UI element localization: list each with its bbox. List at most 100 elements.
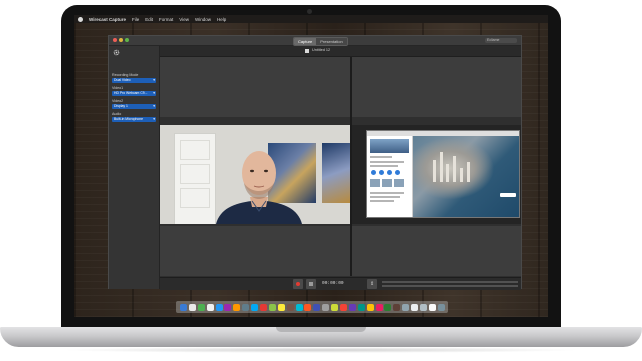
menu-window[interactable]: Window <box>195 17 211 22</box>
dock-app-icon[interactable] <box>384 303 392 311</box>
capture-app-window: Capture Presentation Ecliame Recording M… <box>108 35 522 290</box>
text-line <box>370 200 394 202</box>
dock-app-icon[interactable] <box>331 303 339 311</box>
text-line <box>370 156 392 158</box>
laptop-base <box>0 327 642 347</box>
laptop-shadow <box>60 347 582 353</box>
dock-app-icon[interactable] <box>393 303 401 311</box>
dock-app-icon[interactable] <box>286 303 294 311</box>
desktop-screen: Wirecast Capture File Edit Format View W… <box>74 15 548 317</box>
dock-app-icon[interactable] <box>251 303 259 311</box>
apple-menu-icon[interactable] <box>78 16 83 22</box>
action-icon <box>387 170 392 175</box>
dock-app-icon[interactable] <box>340 303 348 311</box>
close-window-button[interactable] <box>113 38 117 42</box>
text-line <box>370 192 404 194</box>
menu-file[interactable]: File <box>132 17 139 22</box>
mac-menubar: Wirecast Capture File Edit Format View W… <box>74 15 548 23</box>
action-icon <box>395 170 400 175</box>
search-field[interactable]: Ecliame <box>485 38 517 43</box>
dock-app-icon[interactable] <box>233 303 241 311</box>
map-building <box>467 162 470 182</box>
text-line <box>370 161 404 163</box>
screen-capture-preview[interactable] <box>352 125 521 224</box>
place-photo <box>370 139 409 153</box>
dock-app-icon[interactable] <box>206 303 214 311</box>
empty-slot-bottom-left <box>160 226 350 276</box>
dock-app-icon[interactable] <box>411 303 419 311</box>
audio-select[interactable]: Built-in Microphone ▾ <box>112 117 156 122</box>
dock-app-icon[interactable] <box>348 303 356 311</box>
dock-app-icon[interactable] <box>420 303 428 311</box>
minimize-window-button[interactable] <box>119 38 123 42</box>
dock-app-icon[interactable] <box>180 303 187 311</box>
volume-icon: ⇕ <box>370 281 375 287</box>
dock-app-icon[interactable] <box>242 303 250 311</box>
settings-sidebar: Recording Mode Dual Video ▾ Video1 HD Pr… <box>109 46 160 289</box>
menubar-app-name[interactable]: Wirecast Capture <box>89 17 126 22</box>
dock-app-icon[interactable] <box>402 303 410 311</box>
menu-edit[interactable]: Edit <box>145 17 153 22</box>
recording-timer: 00:00:00 <box>322 281 344 286</box>
presenter-figure <box>216 151 302 224</box>
tab-presentation[interactable]: Presentation <box>316 38 347 45</box>
dock-app-icon[interactable] <box>188 303 196 311</box>
dock-app-icon[interactable] <box>313 303 321 311</box>
volume-button[interactable]: ⇕ <box>367 279 377 289</box>
empty-slot-bottom-right <box>352 226 521 276</box>
lid-opening-notch <box>276 327 366 332</box>
window-titlebar: Capture Presentation Ecliame <box>109 36 521 46</box>
document-icon <box>305 49 309 53</box>
preview-area: Untitled 12 00:00:00 ⇕ <box>160 46 521 290</box>
pause-button[interactable] <box>306 279 316 289</box>
dock-app-icon[interactable] <box>260 303 268 311</box>
gear-icon[interactable] <box>113 49 120 56</box>
tab-capture[interactable]: Capture <box>294 38 317 45</box>
record-button[interactable] <box>293 279 303 289</box>
map-building <box>440 152 443 182</box>
video2-select[interactable]: Display 1 ▾ <box>112 104 156 109</box>
video1-label: Video1 <box>112 86 124 90</box>
action-icon <box>371 170 376 175</box>
dock-app-icon[interactable] <box>357 303 365 311</box>
place-info-panel <box>367 136 413 217</box>
chevron-down-icon: ▾ <box>153 104 155 108</box>
menu-view[interactable]: View <box>179 17 189 22</box>
video1-select[interactable]: HD Pro Webcam C9... ▾ <box>112 91 156 96</box>
dock-app-icon[interactable] <box>322 303 330 311</box>
menu-help[interactable]: Help <box>217 17 226 22</box>
dock-app-icon[interactable] <box>304 303 312 311</box>
dock-app-icon[interactable] <box>215 303 223 311</box>
mode-segmented-control: Capture Presentation <box>293 37 348 46</box>
dock-app-icon[interactable] <box>428 303 436 311</box>
audio-level-meter <box>382 285 518 287</box>
recording-mode-select[interactable]: Dual Video ▾ <box>112 78 156 83</box>
dock-app-icon[interactable] <box>224 303 232 311</box>
dock-app-icon[interactable] <box>295 303 303 311</box>
action-icon <box>379 170 384 175</box>
webcam-preview[interactable] <box>160 125 350 224</box>
chevron-down-icon: ▾ <box>153 91 155 95</box>
photo-thumbnail <box>382 179 392 187</box>
photo-thumbnail <box>394 179 404 187</box>
empty-slot-top-left <box>160 57 350 117</box>
audio-value: Built-in Microphone <box>114 117 144 121</box>
map-scale-badge <box>500 193 516 197</box>
photo-thumbnail <box>370 179 380 187</box>
video1-value: HD Pro Webcam C9... <box>114 91 148 95</box>
dock-app-icon[interactable] <box>375 303 383 311</box>
city-map-3d <box>413 136 519 217</box>
mac-dock <box>176 301 448 313</box>
pause-icon <box>309 282 313 286</box>
dock-app-icon[interactable] <box>197 303 205 311</box>
shared-maps-window <box>366 130 520 218</box>
dock-app-icon[interactable] <box>277 303 285 311</box>
webcam-lens <box>307 9 312 14</box>
dock-app-icon[interactable] <box>268 303 276 311</box>
menu-format[interactable]: Format <box>159 17 173 22</box>
document-header: Untitled 12 <box>160 46 521 57</box>
text-line <box>370 196 400 198</box>
dock-app-icon[interactable] <box>437 303 445 311</box>
dock-app-icon[interactable] <box>366 303 374 311</box>
zoom-window-button[interactable] <box>125 38 129 42</box>
